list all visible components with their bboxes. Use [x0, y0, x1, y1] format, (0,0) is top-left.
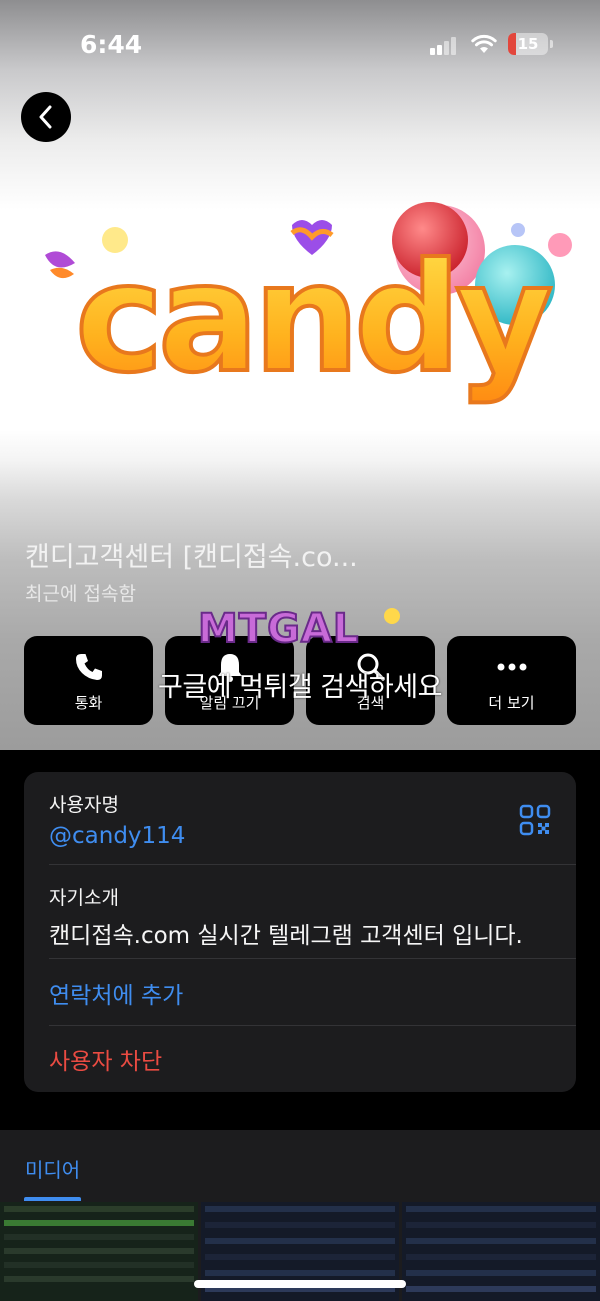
profile-status: 최근에 접속함: [25, 583, 136, 605]
candy-logo: candy: [45, 202, 572, 408]
media-thumbnail[interactable]: [0, 1202, 198, 1301]
watermark-caption: 구글에 먹튀갤 검색하세요: [158, 672, 442, 703]
username-value[interactable]: @candy114: [49, 823, 576, 849]
block-user-button[interactable]: 사용자 차단: [49, 1042, 576, 1076]
battery-tip: [550, 40, 553, 48]
media-thumbnail[interactable]: [402, 1202, 600, 1301]
back-button[interactable]: [21, 92, 71, 142]
wifi-icon: [471, 34, 497, 53]
username-label: 사용자명: [49, 794, 119, 816]
divider: [49, 1025, 576, 1026]
bio-row: 자기소개 캔디접속.com 실시간 텔레그램 고객센터 입니다.: [49, 883, 576, 950]
info-card: 사용자명 @candy114 자기소개 캔디접속.com 실시간 텔레그램 고객…: [24, 772, 576, 1092]
cellular-signal-icon: [430, 37, 458, 55]
bio-label: 자기소개: [49, 887, 119, 909]
tab-media[interactable]: 미디어: [25, 1154, 80, 1183]
profile-name: 캔디고객센터 [캔디접속.co...: [25, 542, 358, 573]
profile-header: 6:44 15 candy 캔디고객센터 [캔디접속.co... 최근에 접속함…: [0, 0, 600, 750]
battery-level: 15: [517, 35, 539, 53]
chevron-left-icon: [39, 105, 52, 129]
status-time: 6:44: [80, 30, 143, 59]
mtgal-watermark-logo: MTGAL: [197, 605, 400, 650]
tab-indicator: [24, 1197, 81, 1201]
watermark-logo-text: MTGAL: [198, 606, 359, 650]
username-row[interactable]: 사용자명 @candy114: [49, 790, 576, 849]
divider: [49, 864, 576, 865]
add-contact-row[interactable]: 연락처에 추가: [49, 976, 576, 1010]
home-indicator[interactable]: [194, 1280, 406, 1288]
bio-value: 캔디접속.com 실시간 텔레그램 고객센터 입니다.: [49, 923, 523, 949]
block-user-row[interactable]: 사용자 차단: [49, 1042, 576, 1076]
qr-code-icon[interactable]: [519, 804, 551, 836]
battery-icon: 15: [508, 33, 548, 55]
add-contact-button[interactable]: 연락처에 추가: [49, 976, 576, 1010]
divider: [49, 958, 576, 959]
status-bar: 6:44 15: [0, 0, 600, 90]
logo-text: candy: [75, 232, 551, 406]
shared-media-section: 미디어: [0, 1130, 600, 1301]
